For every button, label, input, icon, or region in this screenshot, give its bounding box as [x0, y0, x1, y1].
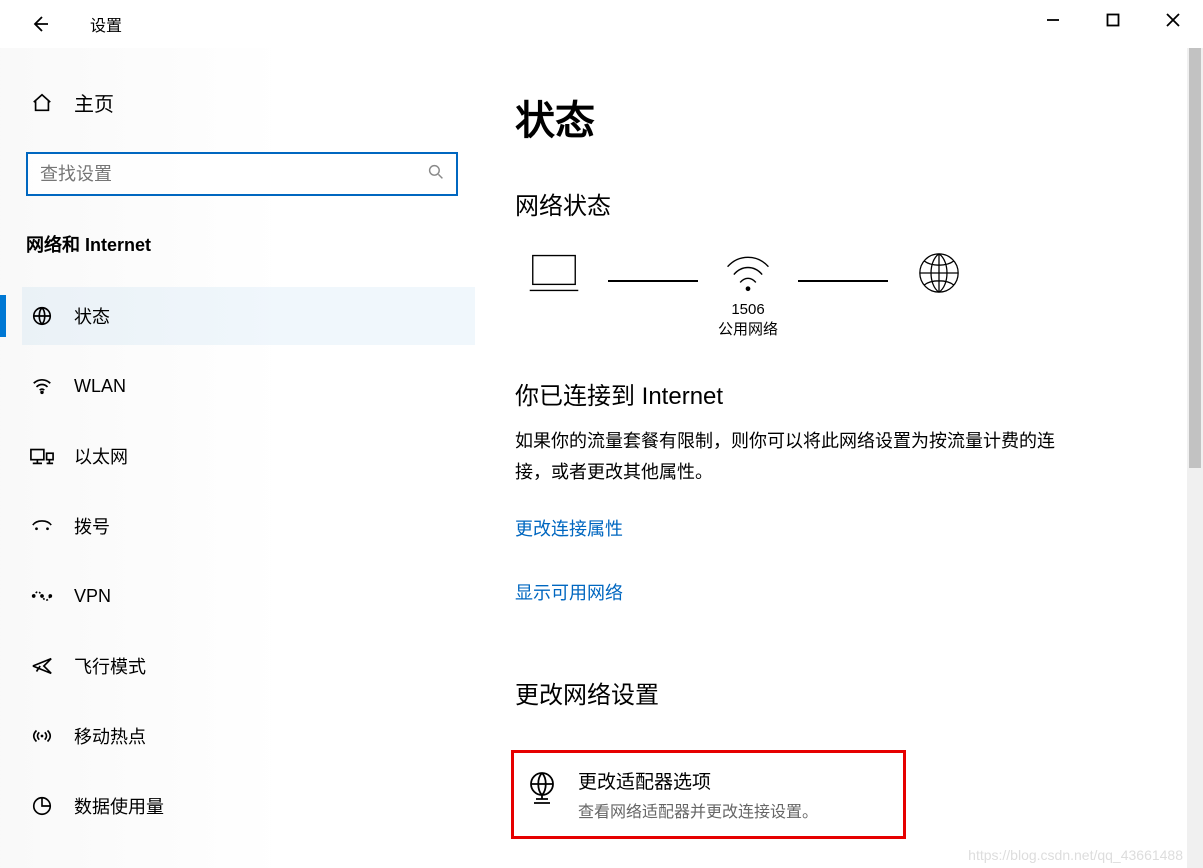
- adapter-option-desc: 查看网络适配器并更改连接设置。: [578, 798, 818, 822]
- wifi-signal-icon: [718, 251, 778, 295]
- nav-label: 移动热点: [74, 723, 146, 749]
- back-button[interactable]: [20, 4, 60, 44]
- search-input[interactable]: [40, 164, 428, 185]
- search-icon: [428, 164, 444, 185]
- nav-label: 拨号: [74, 513, 110, 539]
- connected-title: 你已连接到 Internet: [515, 376, 1163, 411]
- dialup-icon: [30, 517, 54, 535]
- nav-label: WLAN: [74, 376, 126, 397]
- globe-icon: [30, 305, 54, 327]
- data-usage-icon: [30, 795, 54, 817]
- page-title: 状态: [515, 88, 1163, 146]
- arrow-left-icon: [30, 14, 50, 34]
- computer-icon: [520, 251, 588, 295]
- network-diagram: 1506 公用网络: [515, 251, 1163, 341]
- adapter-options-card[interactable]: 更改适配器选项 查看网络适配器并更改连接设置。: [511, 750, 906, 839]
- wifi-type: 公用网络: [718, 318, 778, 339]
- airplane-icon: [30, 655, 54, 677]
- main-content: 状态 网络状态 1506 公用网络: [475, 48, 1203, 868]
- minimize-button[interactable]: [1023, 0, 1083, 40]
- sidebar: 主页 网络和 Internet 状态 WLAN 以太网: [0, 48, 475, 868]
- nav-label: 以太网: [74, 443, 128, 469]
- connection-line: [608, 280, 698, 282]
- nav-label: VPN: [74, 586, 111, 607]
- search-box[interactable]: [26, 152, 458, 196]
- scrollbar-thumb[interactable]: [1189, 48, 1201, 468]
- home-icon: [30, 92, 54, 114]
- close-icon: [1166, 13, 1180, 27]
- network-status-heading: 网络状态: [515, 186, 1163, 221]
- change-connection-properties-link[interactable]: 更改连接属性: [515, 515, 623, 541]
- close-button[interactable]: [1143, 0, 1203, 40]
- change-network-settings-heading: 更改网络设置: [515, 675, 1163, 710]
- connected-desc: 如果你的流量套餐有限制，则你可以将此网络设置为按流量计费的连接，或者更改其他属性…: [515, 426, 1075, 487]
- nav-label: 状态: [74, 303, 110, 329]
- home-label: 主页: [74, 88, 114, 117]
- connection-line: [798, 280, 888, 282]
- scrollbar[interactable]: [1187, 48, 1203, 868]
- maximize-button[interactable]: [1083, 0, 1143, 40]
- vpn-icon: [30, 588, 54, 604]
- sidebar-item-hotspot[interactable]: 移动热点: [22, 707, 475, 765]
- sidebar-item-status[interactable]: 状态: [22, 287, 475, 345]
- sidebar-item-wlan[interactable]: WLAN: [22, 357, 475, 415]
- sidebar-section-title: 网络和 Internet: [22, 231, 475, 257]
- wifi-icon: [30, 375, 54, 397]
- window-controls: [1023, 0, 1203, 40]
- watermark: https://blog.csdn.net/qq_43661488: [968, 847, 1183, 863]
- maximize-icon: [1106, 13, 1120, 27]
- sidebar-item-dialup[interactable]: 拨号: [22, 497, 475, 555]
- nav-label: 飞行模式: [74, 653, 146, 679]
- hotspot-icon: [30, 725, 54, 747]
- adapter-option-title: 更改适配器选项: [578, 767, 818, 794]
- nav-label: 数据使用量: [74, 793, 164, 819]
- adapter-globe-icon: [526, 767, 558, 805]
- home-nav-item[interactable]: 主页: [22, 88, 475, 117]
- sidebar-item-datausage[interactable]: 数据使用量: [22, 777, 475, 835]
- show-available-networks-link[interactable]: 显示可用网络: [515, 579, 623, 605]
- sidebar-item-vpn[interactable]: VPN: [22, 567, 475, 625]
- ethernet-icon: [30, 446, 54, 466]
- minimize-icon: [1046, 13, 1060, 27]
- titlebar: 设置: [0, 0, 1203, 48]
- sidebar-item-ethernet[interactable]: 以太网: [22, 427, 475, 485]
- sidebar-item-airplane[interactable]: 飞行模式: [22, 637, 475, 695]
- wifi-name: 1506: [718, 301, 778, 318]
- internet-globe-icon: [908, 251, 970, 295]
- app-title: 设置: [90, 12, 122, 36]
